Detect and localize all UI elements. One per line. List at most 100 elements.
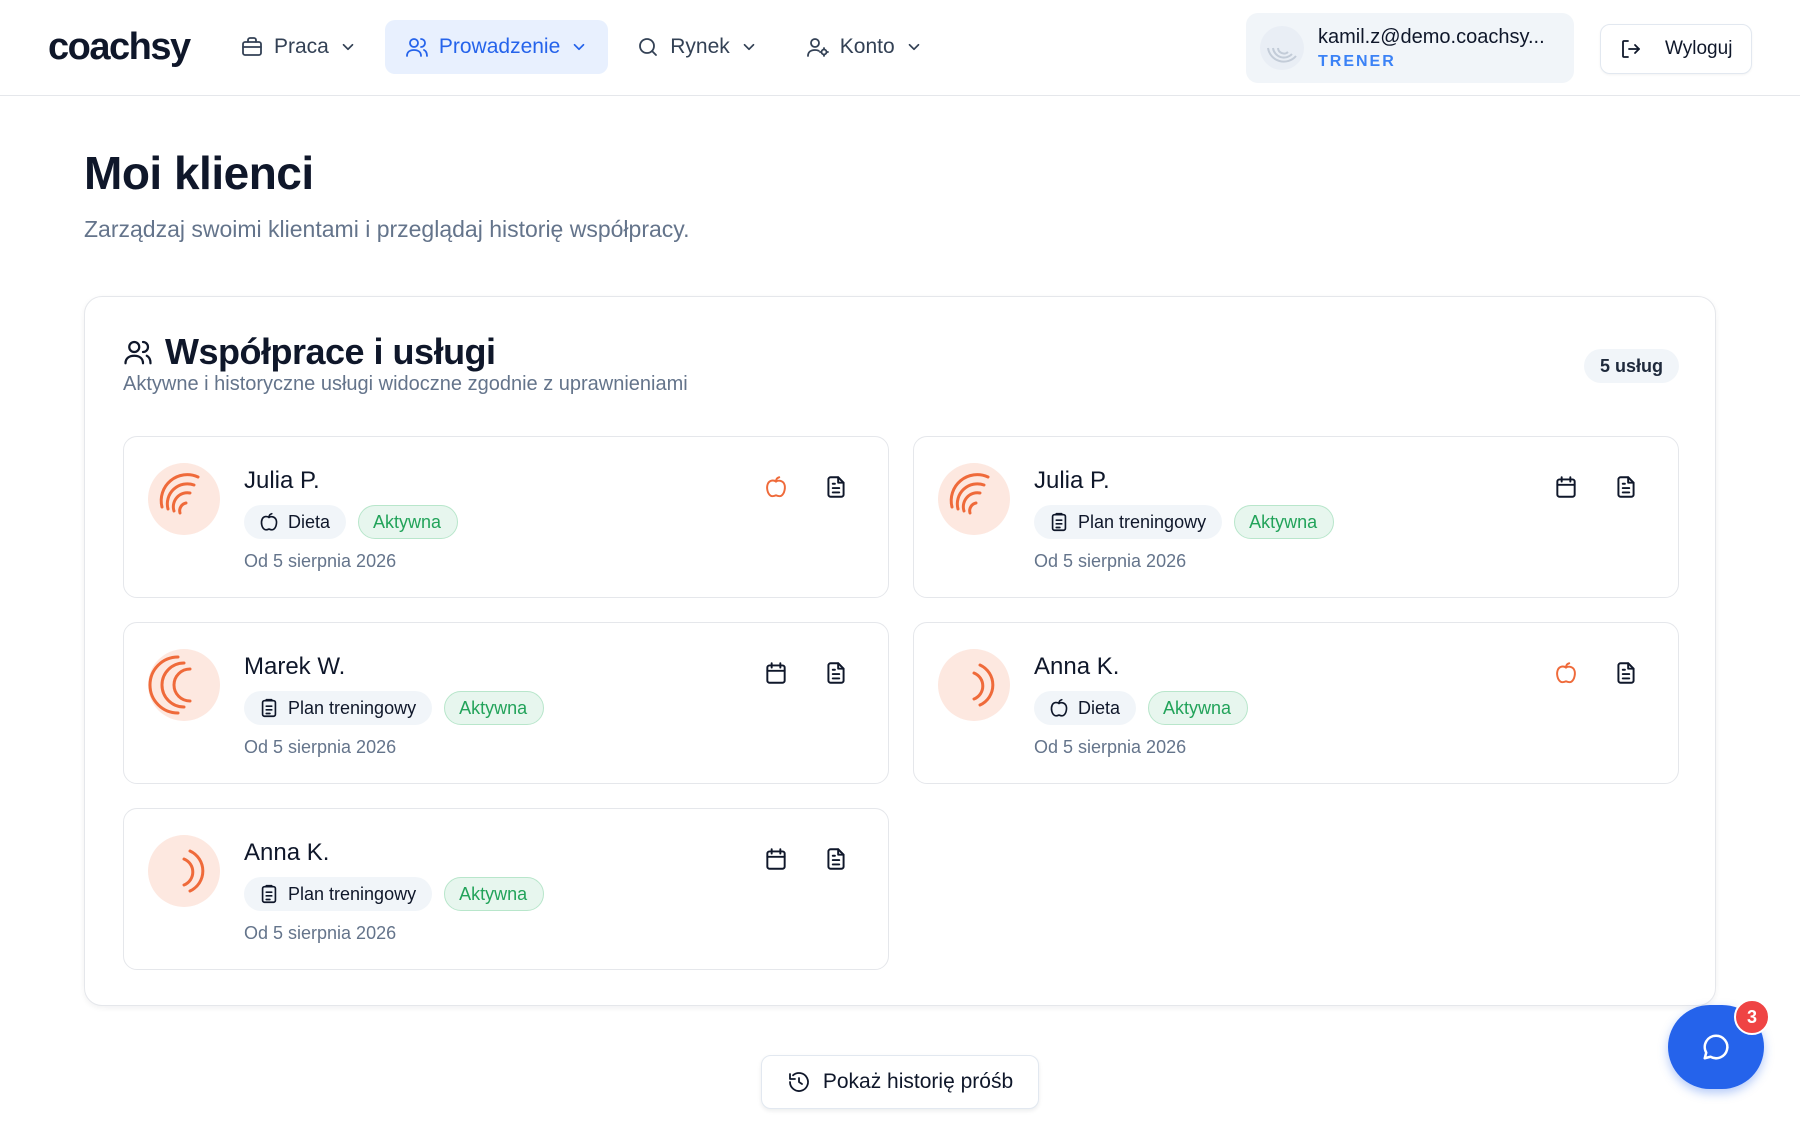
client-avatar bbox=[938, 463, 1010, 535]
avatar-pattern-icon bbox=[159, 473, 200, 515]
client-name: Marek W. bbox=[244, 653, 346, 680]
client-card[interactable]: Anna K. Plan treningowy Aktywna Od 5 sie… bbox=[123, 808, 889, 970]
client-avatar bbox=[938, 649, 1010, 721]
chevron-down-icon bbox=[342, 43, 354, 51]
users-icon bbox=[405, 38, 428, 57]
user-avatar bbox=[1260, 26, 1304, 70]
status-badge: Aktywna bbox=[358, 505, 459, 539]
page-subtitle: Zarządzaj swoimi klientami i przeglądaj … bbox=[84, 216, 690, 242]
document-button[interactable] bbox=[1610, 657, 1642, 689]
nav-item-label: Prowadzenie bbox=[438, 35, 561, 58]
logout-icon bbox=[1622, 40, 1640, 58]
document-icon bbox=[827, 848, 845, 870]
client-tags: Plan treningowy Aktywna bbox=[1034, 505, 1335, 539]
client-tags: Plan treningowy Aktywna bbox=[244, 877, 545, 911]
search-icon bbox=[639, 38, 658, 56]
calendar-button[interactable] bbox=[1550, 471, 1582, 503]
client-tags: Plan treningowy Aktywna bbox=[244, 691, 545, 725]
nav-item-label: Praca bbox=[274, 35, 329, 58]
calendar-button[interactable] bbox=[760, 843, 792, 875]
client-avatar bbox=[148, 649, 220, 721]
app-logo[interactable]: coachsy bbox=[48, 26, 191, 69]
status-badge: Aktywna bbox=[444, 877, 545, 911]
since-date: Od 5 sierpnia 2026 bbox=[244, 737, 397, 757]
user-info: kamil.z@demo.coachsy... TRENER bbox=[1318, 26, 1558, 71]
chevron-down-icon bbox=[908, 43, 920, 51]
client-name: Anna K. bbox=[244, 839, 330, 866]
chat-bubble-icon bbox=[1703, 1034, 1729, 1060]
service-tag: Dieta bbox=[244, 505, 347, 539]
document-icon bbox=[827, 476, 845, 498]
clipboard-icon bbox=[261, 884, 277, 904]
show-request-history-button[interactable]: Pokaż historię próśb bbox=[761, 1055, 1039, 1109]
client-card[interactable]: Anna K. Dieta Aktywna Od 5 sierpnia 2026 bbox=[913, 622, 1679, 784]
document-button[interactable] bbox=[1610, 471, 1642, 503]
service-label: Plan treningowy bbox=[288, 883, 417, 904]
document-button[interactable] bbox=[820, 471, 852, 503]
panel-title: Współprace i usługi bbox=[165, 331, 496, 372]
client-avatar bbox=[148, 463, 220, 535]
nav-item-prowadzenie[interactable]: Prowadzenie bbox=[384, 20, 609, 74]
document-icon bbox=[827, 662, 845, 684]
nav-item-praca[interactable]: Praca bbox=[220, 20, 377, 74]
logout-label: Wyloguj bbox=[1665, 38, 1733, 59]
briefcase-icon bbox=[242, 37, 262, 56]
service-label: Plan treningowy bbox=[1078, 511, 1207, 532]
user-settings-icon bbox=[806, 38, 829, 57]
chevron-down-icon bbox=[743, 43, 755, 51]
apple-icon bbox=[260, 512, 278, 531]
document-button[interactable] bbox=[820, 843, 852, 875]
client-card[interactable]: Marek W. Plan treningowy Aktywna Od 5 si… bbox=[123, 622, 889, 784]
apple-icon bbox=[1556, 662, 1576, 684]
top-navigation-bar: coachsy Praca Prowadzenie Rynek Konto ka… bbox=[0, 0, 1800, 96]
nav-item-konto[interactable]: Konto bbox=[786, 20, 943, 74]
client-avatar bbox=[148, 835, 220, 907]
page-title: Moi klienci bbox=[84, 147, 314, 199]
client-card[interactable]: Julia P. Dieta Aktywna Od 5 sierpnia 202… bbox=[123, 436, 889, 598]
chat-notification-badge: 3 bbox=[1734, 999, 1770, 1035]
user-account-box[interactable]: kamil.z@demo.coachsy... TRENER bbox=[1246, 13, 1574, 83]
client-name: Julia P. bbox=[1034, 467, 1110, 494]
since-date: Od 5 sierpnia 2026 bbox=[244, 551, 397, 571]
chevron-down-icon bbox=[573, 43, 585, 51]
nav-item-rynek[interactable]: Rynek bbox=[616, 20, 778, 74]
avatar-pattern-icon bbox=[148, 655, 192, 715]
clipboard-icon bbox=[261, 698, 277, 718]
avatar-pattern-icon bbox=[182, 849, 205, 893]
collaborations-panel: Współprace i usługi Aktywne i historyczn… bbox=[84, 296, 1716, 1006]
client-name: Anna K. bbox=[1034, 653, 1120, 680]
status-badge: Aktywna bbox=[1234, 505, 1335, 539]
user-email: kamil.z@demo.coachsy... bbox=[1318, 25, 1545, 48]
avatar-pattern-icon bbox=[972, 663, 995, 707]
service-tag: Plan treningowy bbox=[1034, 505, 1223, 539]
avatar-pattern-icon bbox=[949, 473, 990, 515]
calendar-button[interactable] bbox=[760, 657, 792, 689]
service-label: Plan treningowy bbox=[288, 697, 417, 718]
history-icon bbox=[788, 1072, 809, 1092]
client-card[interactable]: Julia P. Plan treningowy Aktywna Od 5 si… bbox=[913, 436, 1679, 598]
calendar-icon bbox=[766, 662, 786, 684]
status-badge: Aktywna bbox=[444, 691, 545, 725]
service-label: Dieta bbox=[288, 511, 331, 532]
diet-action-button[interactable] bbox=[1550, 657, 1582, 689]
diet-action-button[interactable] bbox=[760, 471, 792, 503]
document-icon bbox=[1617, 662, 1635, 684]
service-tag: Dieta bbox=[1034, 691, 1137, 725]
user-role: TRENER bbox=[1318, 52, 1396, 70]
history-button-label: Pokaż historię próśb bbox=[822, 1070, 1014, 1093]
apple-icon bbox=[766, 476, 786, 498]
panel-subtitle: Aktywne i historyczne usługi widoczne zg… bbox=[123, 373, 688, 395]
apple-icon bbox=[1050, 698, 1068, 717]
document-button[interactable] bbox=[820, 657, 852, 689]
users-icon bbox=[124, 340, 152, 365]
nav-item-label: Konto bbox=[839, 35, 895, 58]
calendar-icon bbox=[766, 848, 786, 870]
since-date: Od 5 sierpnia 2026 bbox=[1034, 551, 1187, 571]
since-date: Od 5 sierpnia 2026 bbox=[1034, 737, 1187, 757]
main-nav: Praca Prowadzenie Rynek Konto bbox=[220, 20, 943, 74]
service-tag: Plan treningowy bbox=[244, 691, 433, 725]
calendar-icon bbox=[1556, 476, 1576, 498]
client-name: Julia P. bbox=[244, 467, 320, 494]
logout-button[interactable]: Wyloguj bbox=[1600, 24, 1752, 74]
since-date: Od 5 sierpnia 2026 bbox=[244, 923, 397, 943]
